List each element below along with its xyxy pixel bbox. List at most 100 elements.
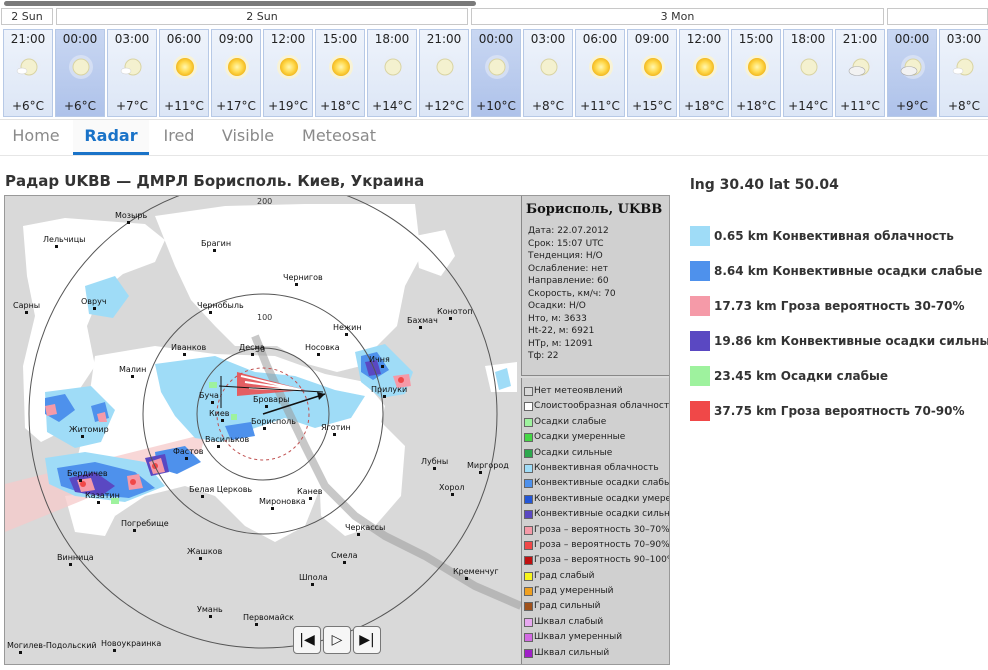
hour-temperature: +8°C xyxy=(947,99,981,113)
hour-forecast-10[interactable]: 03:00 +8°C xyxy=(523,29,573,117)
city-label: Яготин xyxy=(321,423,351,432)
hour-temperature: +9°C xyxy=(895,99,929,113)
city-dot xyxy=(113,649,116,652)
city-dot xyxy=(333,433,336,436)
previous-frame-button[interactable]: |◀ xyxy=(293,626,321,654)
hour-time: 06:00 xyxy=(582,32,618,46)
city-marker: Мозырь xyxy=(115,211,147,224)
city-label: Кременчуг xyxy=(453,567,499,576)
hour-time: 09:00 xyxy=(218,32,254,46)
city-label: Черкассы xyxy=(345,523,385,532)
scrollbar-thumb[interactable] xyxy=(4,1,476,6)
hour-time: 21:00 xyxy=(10,32,46,46)
city-marker: Шпола xyxy=(299,573,328,586)
hour-forecast-4[interactable]: 09:00 +17°C xyxy=(211,29,261,117)
radar-info-line: Нt-22, м: 6921 xyxy=(528,326,595,336)
horizontal-scrollbar[interactable] xyxy=(0,0,988,8)
hour-forecast-14[interactable]: 15:00 +18°C xyxy=(731,29,781,117)
legend-label: Шквал слабый xyxy=(534,616,604,627)
hour-forecast-6[interactable]: 15:00 +18°C xyxy=(315,29,365,117)
echo-color-swatch xyxy=(690,401,710,421)
hour-temperature: +6°C xyxy=(63,99,97,113)
city-dot xyxy=(25,311,28,314)
city-label: Чернобыль xyxy=(197,301,244,310)
echo-color-swatch xyxy=(690,366,710,386)
legend-label: Шквал умеренный xyxy=(534,632,623,643)
legend-swatch xyxy=(524,448,533,458)
city-label: Винница xyxy=(57,553,94,562)
city-dot xyxy=(79,479,82,482)
hour-temperature: +7°C xyxy=(115,99,149,113)
hour-forecast-16[interactable]: 21:00 +11°C xyxy=(835,29,885,117)
echo-color-swatch xyxy=(690,261,710,281)
radar-map[interactable]: 200 100 50 Мозырь Лельчицы Брагин Чернигов С… xyxy=(4,195,670,665)
tab-visible[interactable]: Visible xyxy=(212,120,284,155)
hour-forecast-5[interactable]: 12:00 +19°C xyxy=(263,29,313,117)
tab-home[interactable]: Home xyxy=(0,120,72,155)
hour-temperature: +19°C xyxy=(268,99,308,113)
city-marker: Хорол xyxy=(439,483,464,496)
echo-color-swatch xyxy=(690,296,710,316)
city-dot xyxy=(81,435,84,438)
city-marker: Миргород xyxy=(467,461,509,474)
day-label: 2 Sun xyxy=(1,8,53,25)
hour-forecast-7[interactable]: 18:00 +14°C xyxy=(367,29,417,117)
hour-forecast-18[interactable]: 03:00 +8°C xyxy=(939,29,988,117)
hour-time: 03:00 xyxy=(530,32,566,46)
hour-forecast-8[interactable]: 21:00 +12°C xyxy=(419,29,469,117)
city-dot xyxy=(311,583,314,586)
radar-legend: Нет метеоявлений Слоистообразная облачнос… xyxy=(521,378,669,664)
city-dot xyxy=(127,221,130,224)
city-dot xyxy=(265,405,268,408)
hour-time: 09:00 xyxy=(634,32,670,46)
city-dot xyxy=(211,401,214,404)
city-dot xyxy=(357,533,360,536)
tab-radar[interactable]: Radar xyxy=(73,120,149,155)
city-label: Десна xyxy=(239,343,265,352)
city-marker: Первомайск xyxy=(243,613,294,626)
hour-time: 18:00 xyxy=(790,32,826,46)
sun-icon xyxy=(172,54,198,80)
hour-time: 15:00 xyxy=(322,32,358,46)
hour-forecast-11[interactable]: 06:00 +11°C xyxy=(575,29,625,117)
hour-forecast-9[interactable]: 00:00 +10°C xyxy=(471,29,521,117)
hour-forecast-2[interactable]: 03:00 +7°C xyxy=(107,29,157,117)
city-label: Умань xyxy=(197,605,223,614)
day-label: 3 Mon xyxy=(471,8,884,25)
city-dot xyxy=(451,493,454,496)
weather-radar-page: 2 Sun 2 Sun 3 Mon 21:00 +6°C 00:00 +6°C 03… xyxy=(0,0,988,670)
play-button[interactable]: ▷ xyxy=(323,626,351,654)
legend-item: Гроза – вероятность 90–100% xyxy=(522,553,669,568)
radar-info-line: Направление: 60 xyxy=(528,276,609,286)
hour-forecast-1[interactable]: 00:00 +6°C xyxy=(55,29,105,117)
radar-map-canvas[interactable]: 200 100 50 МозырьЛельчицы БрагинЧерниговС… xyxy=(5,196,521,665)
hour-forecast-17[interactable]: 00:00 +9°C xyxy=(887,29,937,117)
hour-forecast-12[interactable]: 09:00 +15°C xyxy=(627,29,677,117)
hour-temperature: +12°C xyxy=(424,99,464,113)
city-label: Бровары xyxy=(253,395,289,404)
hour-forecast-15[interactable]: 18:00 +14°C xyxy=(783,29,833,117)
city-dot xyxy=(199,557,202,560)
city-label: Мозырь xyxy=(115,211,147,220)
legend-item: Слоистообразная облачность xyxy=(522,399,669,414)
hour-time: 21:00 xyxy=(426,32,462,46)
legend-item: Шквал умеренный xyxy=(522,630,669,645)
tab-ired[interactable]: Ired xyxy=(150,120,208,155)
city-label: Ичня xyxy=(369,355,390,364)
tab-meteosat[interactable]: Meteosat xyxy=(292,120,386,155)
city-label: Новоукраинка xyxy=(101,639,161,648)
animation-player: |◀ ▷ ▶| xyxy=(293,626,393,654)
next-frame-button[interactable]: ▶| xyxy=(353,626,381,654)
hour-forecast-3[interactable]: 06:00 +11°C xyxy=(159,29,209,117)
city-label: Бердичев xyxy=(67,469,108,478)
legend-item: Град слабый xyxy=(522,569,669,584)
legend-label: Конвективная облачность xyxy=(534,462,659,473)
city-label: Лельчицы xyxy=(43,235,85,244)
hour-forecast-13[interactable]: 12:00 +18°C xyxy=(679,29,729,117)
city-marker: Могилев-Подольский xyxy=(7,641,97,654)
echo-top-item: 37.75 km Гроза вероятность 70-90% xyxy=(690,401,980,421)
hour-forecast-0[interactable]: 21:00 +6°C xyxy=(3,29,53,117)
hour-temperature: +11°C xyxy=(580,99,620,113)
legend-item: Конвективные осадки сильные xyxy=(522,507,669,522)
city-dot xyxy=(465,577,468,580)
